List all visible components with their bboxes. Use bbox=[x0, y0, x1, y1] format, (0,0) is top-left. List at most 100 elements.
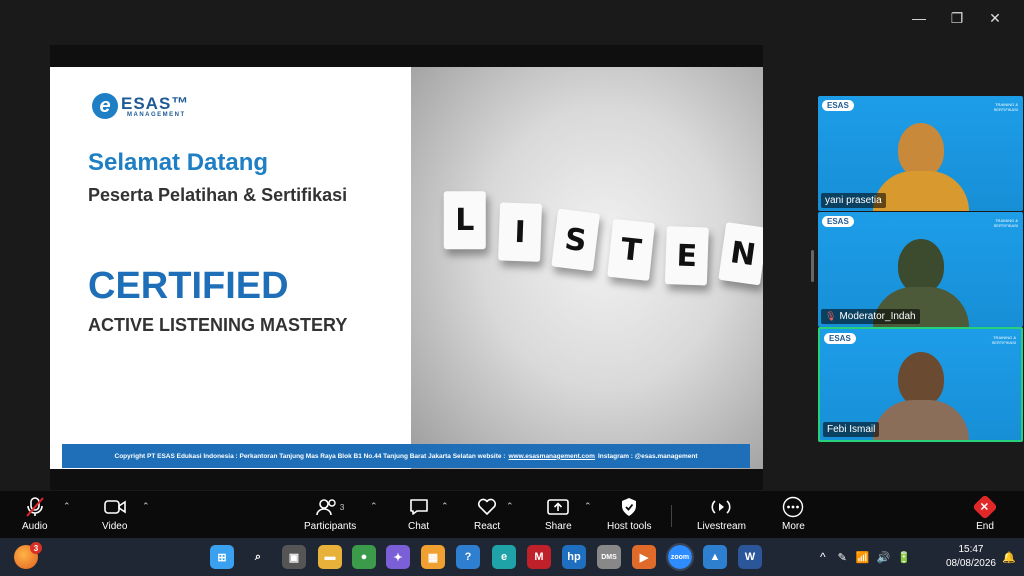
video-label: Video bbox=[102, 521, 128, 532]
listen-tiles-photo: LISTEN bbox=[411, 67, 763, 469]
notification-bell-icon[interactable]: 🔔 bbox=[1002, 538, 1016, 576]
participant-bg-tag: TRAINING & SERTIFIKASI bbox=[993, 102, 1018, 112]
letter-tile: L bbox=[443, 191, 486, 250]
participant-name: Febi Ismail bbox=[827, 424, 876, 435]
participant-video bbox=[872, 352, 969, 440]
share-screen-icon bbox=[547, 495, 570, 519]
slide-subtitle: Peserta Pelatihan & Sertifikasi bbox=[88, 185, 348, 205]
react-options-caret[interactable]: ⌃ bbox=[506, 501, 514, 512]
letter-tile: E bbox=[664, 226, 709, 286]
audio-options-caret[interactable]: ⌃ bbox=[63, 501, 71, 512]
participant-head bbox=[897, 123, 944, 177]
react-label: React bbox=[474, 521, 501, 532]
react-button[interactable]: React bbox=[474, 495, 500, 532]
esas-logo: e ESAS™ MANAGEMENT bbox=[92, 93, 189, 119]
participant-name-tag: Febi Ismail bbox=[823, 422, 880, 437]
panel-resize-handle[interactable] bbox=[811, 250, 814, 282]
restore-button[interactable]: ❐ bbox=[938, 8, 976, 28]
participant-name: yani prasetia bbox=[825, 195, 882, 206]
meeting-toolbar: Audio ⌃ Video ⌃ 3 Participants ⌃ Chat ⌃ bbox=[0, 491, 1024, 538]
chat-button[interactable]: Chat bbox=[408, 495, 429, 532]
audio-button[interactable]: Audio bbox=[22, 495, 48, 532]
wifi-icon[interactable]: 📶 bbox=[856, 551, 870, 564]
media-player-icon[interactable]: ▶ bbox=[632, 545, 656, 569]
letter-tile: N bbox=[718, 222, 763, 286]
participant-bg-logo: ESAS bbox=[822, 216, 854, 227]
share-options-caret[interactable]: ⌃ bbox=[584, 501, 592, 512]
mcafee-icon[interactable]: M bbox=[527, 545, 551, 569]
weather-widget-icon[interactable]: 3 bbox=[14, 542, 42, 569]
chat-options-caret[interactable]: ⌃ bbox=[441, 501, 449, 512]
chat-icon bbox=[409, 495, 429, 519]
camera-icon bbox=[103, 495, 126, 519]
zoom-icon[interactable]: zoom bbox=[666, 543, 694, 571]
microphone-muted-icon bbox=[25, 495, 45, 519]
participants-label: Participants bbox=[304, 521, 357, 532]
clock-date: 08/08/2026 bbox=[945, 558, 996, 569]
edge-icon[interactable]: e bbox=[492, 545, 516, 569]
photos-icon[interactable]: ▲ bbox=[703, 545, 727, 569]
help-icon[interactable]: ? bbox=[456, 545, 480, 569]
host-tools-button[interactable]: Host tools bbox=[607, 495, 651, 532]
audio-label: Audio bbox=[22, 521, 48, 532]
participant-tile[interactable]: ESAS TRAINING & SERTIFIKASI Febi Ismail bbox=[818, 327, 1023, 442]
letter-tile: I bbox=[498, 202, 543, 262]
video-options-caret[interactable]: ⌃ bbox=[142, 501, 150, 512]
esas-logo-brand: ESAS™ bbox=[121, 93, 190, 113]
tray-overflow-chevron[interactable]: ^ bbox=[820, 550, 826, 564]
file-explorer-icon[interactable]: ▬ bbox=[318, 545, 342, 569]
store-icon[interactable]: ▦ bbox=[421, 545, 445, 569]
participant-bg-tag: TRAINING & SERTIFIKASI bbox=[993, 218, 1018, 228]
participant-name-tag: yani prasetia bbox=[821, 193, 886, 208]
clock-time: 15:47 bbox=[958, 544, 984, 555]
end-glyph: ✕ bbox=[980, 501, 990, 514]
search-icon[interactable]: ⌕ bbox=[246, 545, 270, 569]
participant-tile[interactable]: ESAS TRAINING & SERTIFIKASI yani prasetia bbox=[818, 96, 1023, 211]
close-window-button[interactable]: ✕ bbox=[976, 8, 1014, 28]
participants-count: 3 bbox=[339, 502, 345, 512]
letter-tile: S bbox=[551, 208, 601, 272]
video-button[interactable]: Video bbox=[102, 495, 127, 532]
letter-tiles: LISTEN bbox=[441, 191, 763, 286]
copilot-icon[interactable]: ✦ bbox=[386, 545, 410, 569]
participant-bg-logo: ESAS bbox=[822, 100, 854, 111]
participant-tile[interactable]: ESAS TRAINING & SERTIFIKASI 🎙 Moderator_Ind… bbox=[818, 212, 1023, 327]
participants-button[interactable]: 3 Participants bbox=[304, 495, 356, 532]
taskbar-clock[interactable]: 15:47 08/08/2026 bbox=[946, 543, 996, 571]
pen-icon[interactable]: ✎ bbox=[838, 551, 847, 564]
end-meeting-button[interactable]: ✕ End bbox=[972, 494, 998, 532]
participant-body bbox=[872, 400, 969, 440]
task-view-icon[interactable]: ▣ bbox=[282, 545, 306, 569]
window-controls: — ❐ ✕ bbox=[900, 8, 1014, 28]
more-label: More bbox=[782, 521, 805, 532]
dms-icon[interactable]: DMS bbox=[597, 545, 621, 569]
start-icon[interactable]: ⊞ bbox=[210, 545, 234, 569]
livestream-label: Livestream bbox=[697, 521, 746, 532]
volume-icon[interactable]: 🔊 bbox=[877, 551, 891, 564]
participant-video bbox=[872, 123, 969, 211]
participant-body bbox=[872, 171, 969, 211]
word-icon[interactable]: W bbox=[738, 545, 762, 569]
livestream-button[interactable]: Livestream bbox=[697, 495, 746, 532]
participants-options-caret[interactable]: ⌃ bbox=[370, 501, 378, 512]
participant-bg-tag: TRAINING & SERTIFIKASI bbox=[991, 335, 1016, 345]
end-label: End bbox=[976, 521, 994, 532]
shield-icon bbox=[620, 495, 638, 519]
share-button[interactable]: Share bbox=[545, 495, 572, 532]
participant-name-tag: 🎙 Moderator_Indah bbox=[821, 309, 920, 324]
participant-name: Moderator_Indah bbox=[839, 311, 916, 322]
more-icon bbox=[782, 495, 804, 519]
share-label: Share bbox=[545, 521, 572, 532]
participants-icon: 3 bbox=[316, 495, 344, 519]
battery-icon[interactable]: 🔋 bbox=[897, 551, 911, 564]
hp-icon[interactable]: hp bbox=[562, 545, 586, 569]
participant-bg-logo: ESAS bbox=[824, 333, 856, 344]
slide-course-title: ACTIVE LISTENING MASTERY bbox=[88, 315, 348, 335]
windows-taskbar: 3 ⊞ ⌕ ▣ ▬ ● ✦ ▦? e Mhp DMS ▶ zoom ▲ W ^ ✎ 📶 🔊 🔋 15:47… bbox=[0, 538, 1024, 576]
slide-welcome-heading: Selamat Datang bbox=[88, 149, 269, 176]
more-button[interactable]: More bbox=[782, 495, 805, 532]
esas-logo-sub: MANAGEMENT bbox=[127, 111, 186, 118]
minimize-button[interactable]: — bbox=[900, 8, 938, 28]
chrome-icon[interactable]: ● bbox=[352, 545, 376, 569]
widget-notification-badge: 3 bbox=[30, 542, 42, 554]
